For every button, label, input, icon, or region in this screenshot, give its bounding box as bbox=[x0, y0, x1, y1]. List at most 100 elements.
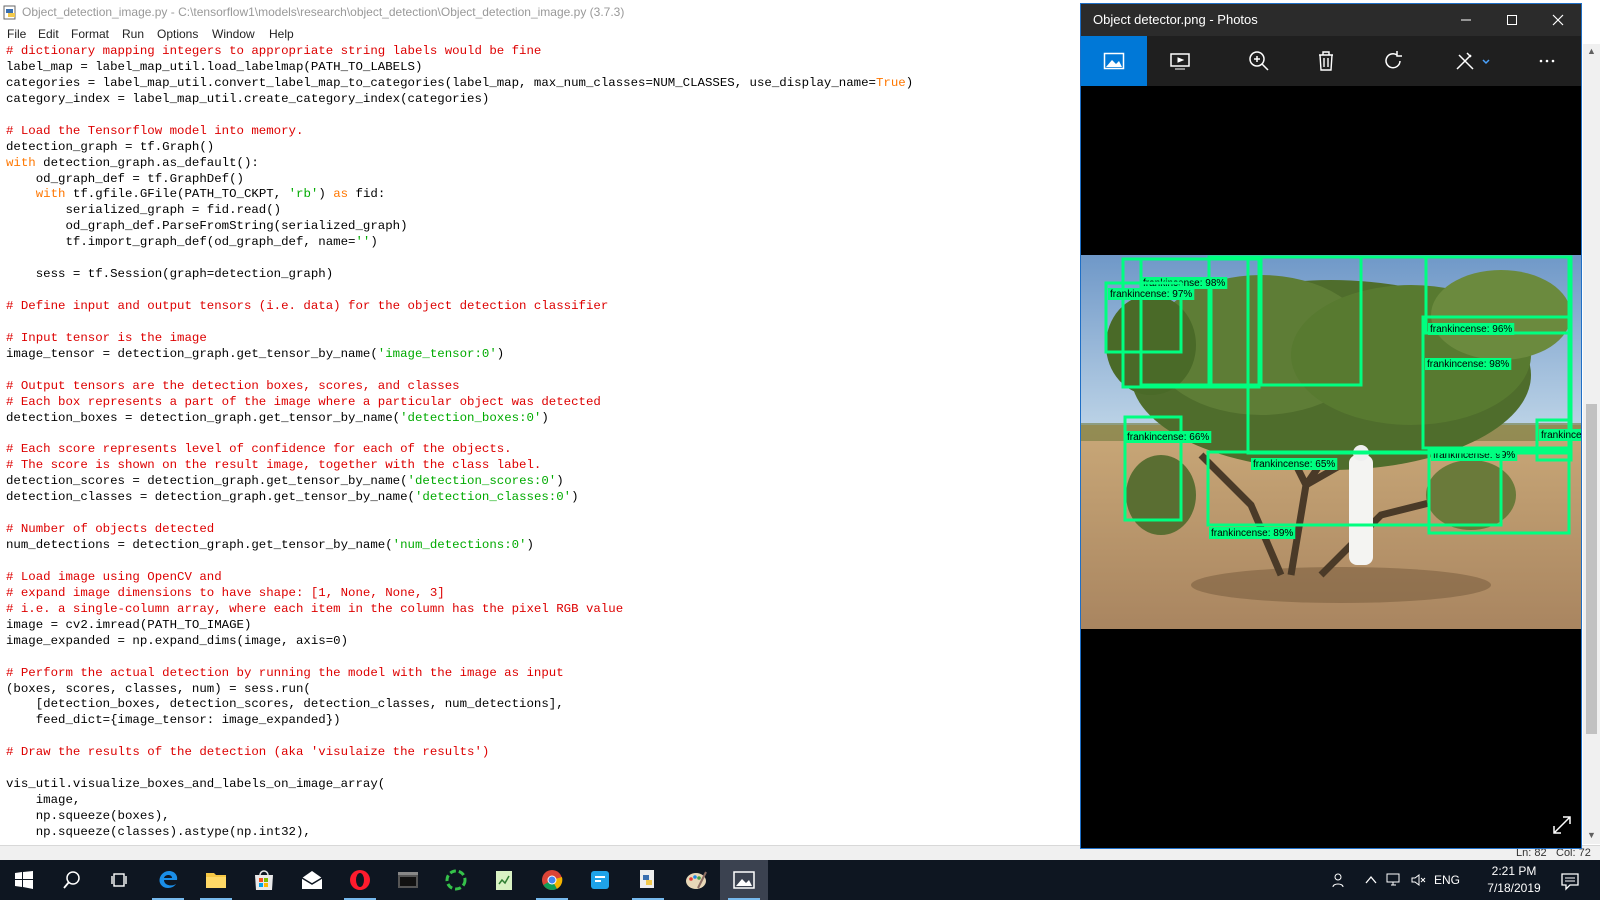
menu-help[interactable]: Help bbox=[269, 25, 294, 43]
task-view-button[interactable] bbox=[96, 860, 144, 900]
scroll-up-icon[interactable]: ▲ bbox=[1587, 46, 1596, 56]
code-line: # expand image dimensions to have shape:… bbox=[6, 586, 1076, 602]
code-token: detection_boxes = detection_graph.get_te… bbox=[6, 410, 401, 425]
minimize-button[interactable] bbox=[1443, 4, 1489, 36]
code-token: categories = label_map_util.convert_labe… bbox=[6, 75, 876, 90]
close-button[interactable] bbox=[1535, 4, 1581, 36]
notifications-icon[interactable] bbox=[1560, 871, 1580, 891]
rotate-button[interactable] bbox=[1361, 36, 1427, 86]
people-icon[interactable] bbox=[1332, 872, 1348, 888]
photos-icon bbox=[733, 871, 755, 889]
code-token: num_detections = detection_graph.get_ten… bbox=[6, 538, 393, 553]
photos-toolbar bbox=[1081, 36, 1581, 86]
code-token: 'image_tensor:0' bbox=[377, 346, 497, 361]
taskbar-chrome[interactable] bbox=[528, 860, 576, 900]
edit-icon bbox=[1456, 52, 1490, 70]
code-token: detection_classes = detection_graph.get_… bbox=[6, 490, 415, 505]
detection-label: frankincense: 96% bbox=[1430, 324, 1512, 335]
code-line: vis_util.visualize_boxes_and_labels_on_i… bbox=[6, 777, 1076, 793]
scrollbar-thumb[interactable] bbox=[1586, 404, 1597, 734]
menu-window[interactable]: Window bbox=[212, 25, 255, 43]
taskbar-file-explorer[interactable] bbox=[192, 860, 240, 900]
taskbar-app-circle[interactable] bbox=[432, 860, 480, 900]
code-token: with bbox=[6, 155, 36, 170]
menu-edit[interactable]: Edit bbox=[38, 25, 59, 43]
taskbar-photos[interactable] bbox=[720, 860, 768, 900]
volume-muted-icon[interactable] bbox=[1410, 872, 1428, 888]
delete-button[interactable] bbox=[1293, 36, 1359, 86]
taskbar-edge[interactable] bbox=[144, 860, 192, 900]
close-icon bbox=[1552, 14, 1564, 26]
code-line: od_graph_def = tf.GraphDef() bbox=[6, 172, 1076, 188]
slideshow-button[interactable] bbox=[1147, 36, 1213, 86]
code-token: # dictionary mapping integers to appropr… bbox=[6, 44, 542, 58]
menu-file[interactable]: File bbox=[7, 25, 26, 43]
code-token: ) bbox=[905, 75, 914, 90]
code-line: np.squeeze(boxes), bbox=[6, 809, 1076, 825]
code-token: # Each box represents a part of the imag… bbox=[6, 394, 601, 409]
menu-run[interactable]: Run bbox=[122, 25, 144, 43]
code-token: '' bbox=[355, 235, 371, 250]
menu-format[interactable]: Format bbox=[71, 25, 109, 43]
network-icon[interactable] bbox=[1386, 872, 1404, 888]
code-line: # Number of objects detected bbox=[6, 522, 1076, 538]
code-token: # Load the Tensorflow model into memory. bbox=[6, 123, 304, 138]
code-line: detection_graph = tf.Graph() bbox=[6, 140, 1076, 156]
code-token: 'rb' bbox=[288, 187, 319, 202]
code-line: image_tensor = detection_graph.get_tenso… bbox=[6, 347, 1076, 363]
app-circle-icon bbox=[445, 869, 467, 891]
windows-taskbar: ENG 2:21 PM 7/18/2019 bbox=[0, 860, 1600, 900]
app-blue-icon bbox=[591, 871, 609, 889]
code-editor[interactable]: # dictionary mapping integers to appropr… bbox=[6, 44, 1076, 844]
code-token: ) bbox=[541, 410, 549, 425]
taskbar-opera[interactable] bbox=[336, 860, 384, 900]
code-token: ) bbox=[496, 346, 505, 361]
taskbar-python[interactable] bbox=[624, 860, 672, 900]
code-token: # expand image dimensions to have shape:… bbox=[6, 585, 445, 600]
detection-box bbox=[1246, 255, 1573, 455]
view-image-button[interactable] bbox=[1081, 36, 1147, 86]
code-token: ) bbox=[370, 235, 378, 250]
opera-icon bbox=[350, 870, 370, 890]
taskbar-store[interactable] bbox=[240, 860, 288, 900]
chevron-up-icon[interactable] bbox=[1364, 873, 1378, 887]
clock[interactable]: 2:21 PM 7/18/2019 bbox=[1484, 863, 1544, 897]
taskbar-terminal[interactable] bbox=[384, 860, 432, 900]
search-button[interactable] bbox=[48, 860, 96, 900]
start-icon bbox=[15, 871, 33, 889]
taskbar-app-blue[interactable] bbox=[576, 860, 624, 900]
start-button[interactable] bbox=[0, 860, 48, 900]
code-token: # The score is shown on the result image… bbox=[6, 458, 542, 473]
code-line: # Each score represents level of confide… bbox=[6, 442, 1076, 458]
code-token: ) bbox=[556, 474, 564, 489]
code-token: with bbox=[35, 187, 66, 202]
code-line: serialized_graph = fid.read() bbox=[6, 203, 1076, 219]
code-token: od_graph_def.ParseFromString(serialized_… bbox=[6, 219, 408, 234]
code-token: image_tensor = detection_graph.get_tenso… bbox=[6, 346, 378, 361]
menu-options[interactable]: Options bbox=[157, 25, 198, 43]
zoom-button[interactable] bbox=[1226, 36, 1292, 86]
taskbar-paint[interactable] bbox=[672, 860, 720, 900]
clock-date: 7/18/2019 bbox=[1487, 881, 1541, 895]
scroll-down-icon[interactable]: ▼ bbox=[1587, 830, 1596, 840]
store-icon bbox=[255, 870, 273, 890]
edit-create-button[interactable] bbox=[1441, 36, 1507, 86]
code-line: category_index = label_map_util.create_c… bbox=[6, 92, 1076, 108]
full-screen-icon[interactable] bbox=[1551, 814, 1573, 836]
code-token: # Output tensors are the detection boxes… bbox=[6, 378, 460, 393]
paint-icon bbox=[686, 871, 707, 889]
view-image-icon bbox=[1103, 52, 1125, 70]
taskbar-notepad[interactable] bbox=[480, 860, 528, 900]
code-token: detection_graph.as_default(): bbox=[35, 155, 259, 170]
more-options-button[interactable] bbox=[1514, 36, 1580, 86]
maximize-button[interactable] bbox=[1489, 4, 1535, 36]
editor-scrollbar[interactable]: ▲ ▼ bbox=[1583, 44, 1600, 844]
detection-box bbox=[1207, 255, 1363, 387]
language-indicator[interactable]: ENG bbox=[1434, 873, 1460, 887]
taskbar-mail[interactable] bbox=[288, 860, 336, 900]
terminal-icon bbox=[398, 872, 418, 888]
